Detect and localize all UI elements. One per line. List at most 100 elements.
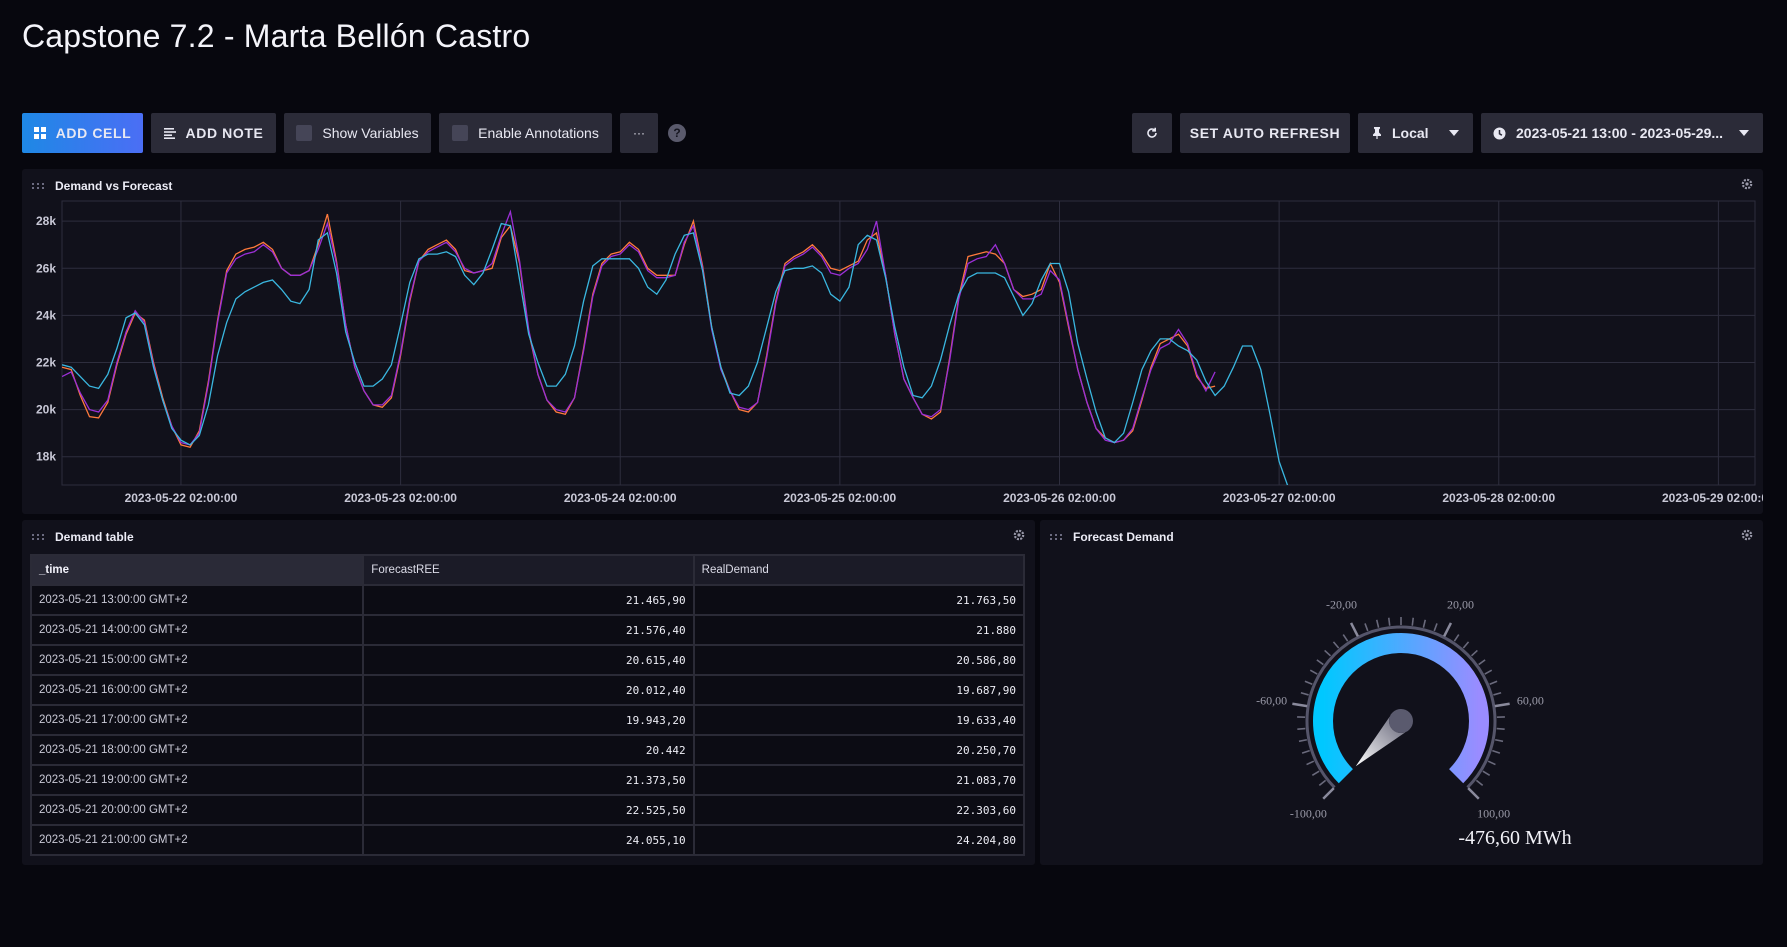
- minor-tick: [1306, 760, 1315, 766]
- pin-icon: [1373, 127, 1381, 139]
- major-tick: [1322, 787, 1335, 800]
- real-demand-cell: 24.204,80: [692, 824, 1026, 856]
- show-variables-checkbox[interactable]: [296, 125, 313, 141]
- real-demand-cell: 22.303,60: [692, 794, 1026, 826]
- forecast-cell: 21.465,90: [362, 584, 695, 616]
- y-tick-label: 24k: [36, 308, 56, 322]
- major-tick: [1349, 622, 1359, 637]
- forecast-cell: 20.442: [362, 734, 695, 766]
- minor-tick: [1453, 634, 1460, 642]
- demand-line-chart[interactable]: 18k 20k 22k 24k 26k 28k 2023-05-22 02:00:00 202…: [22, 169, 1763, 514]
- minor-tick: [1387, 617, 1391, 626]
- time-cell: 2023-05-21 17:00:00 GMT+2: [29, 704, 365, 736]
- real-demand-cell: 20.586,80: [692, 644, 1026, 676]
- table-row: 2023-05-21 21:00:00 GMT+2 24.055,10 24.204…: [29, 824, 1026, 856]
- time-cell: 2023-05-21 13:00:00 GMT+2: [29, 584, 365, 616]
- enable-annotations-toggle[interactable]: Enable Annotations: [439, 113, 612, 153]
- y-tick-label: 22k: [36, 355, 56, 369]
- timezone-label: Local: [1392, 125, 1429, 141]
- minor-tick: [1470, 649, 1478, 657]
- column-header-forecast[interactable]: ForecastREE: [362, 554, 695, 586]
- gauge-tick-label: -100,00: [1290, 807, 1327, 821]
- forecast-cell: 21.373,50: [362, 764, 695, 796]
- series-line-3[interactable]: [62, 222, 1289, 488]
- minor-tick: [1489, 680, 1498, 686]
- demand-vs-forecast-panel: Demand vs Forecast 18k 20k 22k 24k 26k 28k 202…: [22, 169, 1763, 514]
- gear-icon[interactable]: [1013, 529, 1025, 541]
- show-variables-toggle[interactable]: Show Variables: [284, 113, 431, 153]
- x-tick-label: 2023-05-22 02:00:00: [125, 491, 238, 505]
- note-icon: [163, 128, 176, 139]
- show-variables-label: Show Variables: [322, 125, 419, 141]
- minor-tick: [1309, 669, 1318, 675]
- time-cell: 2023-05-21 18:00:00 GMT+2: [29, 734, 365, 766]
- table-row: 2023-05-21 19:00:00 GMT+2 21.373,50 21.083…: [29, 764, 1026, 796]
- real-demand-cell: 19.687,90: [692, 674, 1026, 706]
- minor-tick: [1297, 727, 1306, 730]
- minor-tick: [1316, 659, 1324, 666]
- y-tick-label: 26k: [36, 261, 56, 275]
- minor-tick: [1492, 749, 1501, 754]
- real-demand-cell: 19.633,40: [692, 704, 1026, 736]
- time-range-label: 2023-05-21 13:00 - 2023-05-29...: [1516, 125, 1724, 141]
- demand-table: _time ForecastREE RealDemand 2023-05-21 …: [29, 554, 1026, 856]
- demand-table-panel: Demand table _time ForecastREE RealDeman…: [22, 520, 1035, 865]
- minor-tick: [1364, 623, 1369, 632]
- gauge-tick-label: -20,00: [1326, 597, 1357, 611]
- column-header-time[interactable]: _time: [29, 554, 365, 586]
- add-cell-button[interactable]: ADD CELL: [22, 113, 143, 153]
- minor-tick: [1422, 619, 1427, 628]
- refresh-button[interactable]: [1132, 113, 1172, 153]
- ellipsis-icon: ···: [633, 126, 645, 140]
- chevron-down-icon: [1739, 130, 1749, 136]
- table-row: 2023-05-21 13:00:00 GMT+2 21.465,90 21.763…: [29, 584, 1026, 616]
- time-cell: 2023-05-21 15:00:00 GMT+2: [29, 644, 365, 676]
- add-note-button[interactable]: ADD NOTE: [151, 113, 276, 153]
- forecast-cell: 20.012,40: [362, 674, 695, 706]
- y-tick-label: 18k: [36, 450, 56, 464]
- minor-tick: [1478, 659, 1486, 666]
- panel-title: Demand table: [55, 530, 134, 544]
- time-cell: 2023-05-21 14:00:00 GMT+2: [29, 614, 365, 646]
- time-cell: 2023-05-21 20:00:00 GMT+2: [29, 794, 365, 826]
- minor-tick: [1475, 779, 1484, 787]
- panel-header: Demand table: [32, 528, 1025, 546]
- forecast-cell: 20.615,40: [362, 644, 695, 676]
- help-icon[interactable]: ?: [668, 124, 686, 142]
- gauge-tick-label: -60,00: [1256, 694, 1287, 708]
- plot-area: [61, 200, 1756, 486]
- auto-refresh-label: SET AUTO REFRESH: [1189, 125, 1341, 141]
- table-row: 2023-05-21 18:00:00 GMT+2 20.442 20.250,70: [29, 734, 1026, 766]
- real-demand-cell: 21.880: [692, 614, 1026, 646]
- minor-tick: [1301, 749, 1310, 754]
- drag-handle-icon[interactable]: [32, 534, 45, 540]
- set-auto-refresh-button[interactable]: SET AUTO REFRESH: [1180, 113, 1350, 153]
- x-tick-label: 2023-05-23 02:00:00: [344, 491, 457, 505]
- y-tick-label: 20k: [36, 403, 56, 417]
- timezone-dropdown[interactable]: Local: [1358, 113, 1473, 153]
- enable-annotations-label: Enable Annotations: [478, 125, 599, 141]
- gauge-tick-label: 20,00: [1447, 597, 1474, 611]
- table-row: 2023-05-21 16:00:00 GMT+2 20.012,40 19.687…: [29, 674, 1026, 706]
- gauge-tick-label: 100,00: [1477, 807, 1510, 821]
- add-note-label: ADD NOTE: [185, 125, 264, 141]
- table-row: 2023-05-21 15:00:00 GMT+2 20.615,40 20.586…: [29, 644, 1026, 676]
- time-range-dropdown[interactable]: 2023-05-21 13:00 - 2023-05-29...: [1481, 113, 1763, 153]
- time-cell: 2023-05-21 19:00:00 GMT+2: [29, 764, 365, 796]
- minor-tick: [1304, 680, 1313, 686]
- table-row: 2023-05-21 20:00:00 GMT+2 22.525,50 22.303…: [29, 794, 1026, 826]
- minor-tick: [1482, 770, 1491, 777]
- x-tick-label: 2023-05-26 02:00:00: [1003, 491, 1116, 505]
- major-tick: [1494, 702, 1510, 708]
- more-options-button[interactable]: ···: [620, 113, 658, 153]
- column-header-real-demand[interactable]: RealDemand: [692, 554, 1026, 586]
- forecast-demand-gauge: -100,00 -60,00 -20,00 20,00 60,00 100,00 -476,…: [1256, 597, 1572, 849]
- minor-tick: [1298, 738, 1308, 743]
- minor-tick: [1311, 770, 1320, 777]
- minor-tick: [1494, 738, 1504, 743]
- series-line-1[interactable]: [62, 213, 1216, 449]
- table-header-row: _time ForecastREE RealDemand: [29, 554, 1026, 586]
- time-cell: 2023-05-21 16:00:00 GMT+2: [29, 674, 365, 706]
- enable-annotations-checkbox[interactable]: [452, 125, 469, 141]
- real-demand-cell: 21.763,50: [692, 584, 1026, 616]
